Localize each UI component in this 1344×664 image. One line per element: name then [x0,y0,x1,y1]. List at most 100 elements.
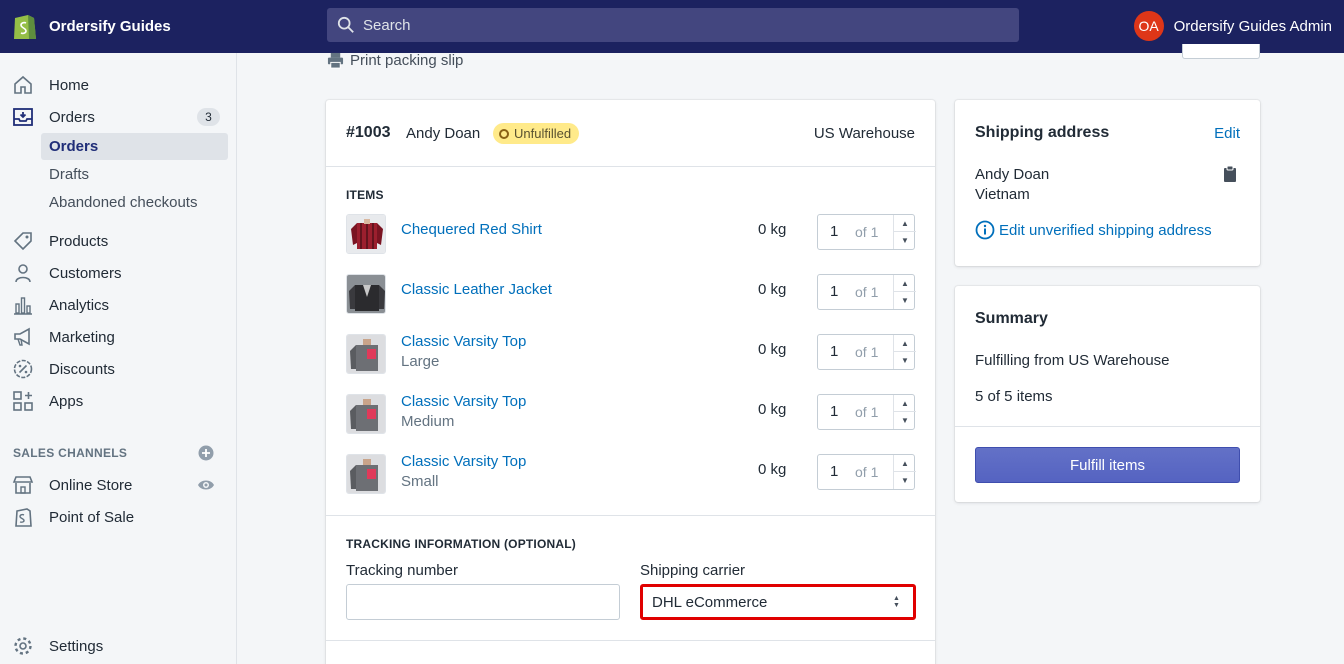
status-badge: Unfulfilled [493,123,580,144]
quantity-total: of 1 [855,344,879,360]
brand[interactable]: Ordersify Guides [12,10,171,42]
sidebar-item-point-of-sale[interactable]: Point of Sale [0,501,236,533]
sidebar-subitem-drafts[interactable]: Drafts [41,161,228,188]
shipping-carrier-select[interactable]: DHL eCommerce ▲ ▼ [640,584,916,620]
shipping-address-title: Shipping address [975,124,1110,141]
fulfill-items-button[interactable]: Fulfill items [975,447,1240,483]
list-item: Classic Varsity Top Small 0 kg 1 of 1 ▲ … [326,452,935,494]
status-label: Unfulfilled [514,126,572,141]
quantity-stepper[interactable]: 1 of 1 ▲ ▼ [817,274,916,310]
incomplete-circle-icon [499,128,509,139]
sidebar-item-online-store[interactable]: Online Store [0,469,236,501]
info-icon [975,220,995,240]
shipping-address-card: Shipping address Edit Andy Doan Vietnam … [955,100,1260,266]
user-menu[interactable]: OA Ordersify Guides Admin [1133,10,1332,42]
sidebar-subitem-orders[interactable]: Orders [41,133,228,160]
order-customer: Andy Doan [406,125,481,142]
quantity-stepper[interactable]: 1 of 1 ▲ ▼ [817,214,916,250]
point-of-sale-icon [12,506,34,528]
items-count-text: 5 of 5 items [975,388,1053,405]
item-weight: 0 kg [758,281,787,298]
sidebar-item-customers[interactable]: Customers [0,257,236,289]
item-name-link[interactable]: Classic Varsity Top [401,393,526,410]
sidebar-item-discounts[interactable]: Discounts [0,353,236,385]
shopify-logo-icon [14,15,36,39]
more-actions-button[interactable] [1182,44,1260,59]
shipping-carrier-label: Shipping carrier [640,562,746,579]
shipping-country: Vietnam [975,186,1030,203]
quantity-stepper[interactable]: 1 of 1 ▲ ▼ [817,394,916,430]
sidebar-item-label: Customers [49,264,122,282]
item-name-link[interactable]: Classic Varsity Top [401,453,526,470]
item-weight: 0 kg [758,461,787,478]
quantity-stepper[interactable]: 1 of 1 ▲ ▼ [817,334,916,370]
sales-channels-title: SALES CHANNELS [13,446,128,460]
top-bar: Ordersify Guides OA Ordersify Guides Adm… [0,0,1344,53]
tracking-number-input[interactable] [346,584,620,620]
order-number: #1003 [346,124,391,141]
quantity-value: 1 [830,343,839,360]
item-name-link[interactable]: Classic Leather Jacket [401,281,552,298]
shipping-carrier-value: DHL eCommerce [652,593,768,611]
quantity-total: of 1 [855,224,879,240]
decrement-icon[interactable]: ▼ [894,232,916,249]
print-packing-slip-label: Print packing slip [350,52,464,69]
sidebar-item-apps[interactable]: Apps [0,385,236,417]
sidebar-subitem-abandoned-checkouts[interactable]: Abandoned checkouts [41,189,228,216]
decrement-icon[interactable]: ▼ [894,412,916,429]
fulfillment-card: #1003 Andy Doan Unfulfilled US Warehouse… [326,100,935,664]
list-item: Classic Leather Jacket 0 kg 1 of 1 ▲ ▼ [326,272,935,314]
sidebar-item-marketing[interactable]: Marketing [0,321,236,353]
item-name-link[interactable]: Chequered Red Shirt [401,221,542,238]
item-name-link[interactable]: Classic Varsity Top [401,333,526,350]
increment-icon[interactable]: ▲ [894,395,916,412]
eye-icon[interactable] [197,476,215,494]
item-variant: Large [401,353,440,370]
decrement-icon[interactable]: ▼ [894,292,916,309]
clipboard-icon[interactable] [1223,166,1237,182]
add-sales-channel-icon[interactable] [198,445,214,461]
decrement-icon[interactable]: ▼ [894,352,916,369]
increment-icon[interactable]: ▲ [894,335,916,352]
increment-icon[interactable]: ▲ [894,215,916,232]
quantity-total: of 1 [855,284,879,300]
edit-unverified-address-link[interactable]: Edit unverified shipping address [975,220,1212,240]
sidebar-item-home[interactable]: Home [0,69,236,101]
tracking-title: TRACKING INFORMATION (OPTIONAL) [346,537,576,551]
increment-icon[interactable]: ▲ [894,455,916,472]
sidebar-item-label: Apps [49,392,84,410]
items-title: ITEMS [346,188,384,202]
list-item: Classic Varsity Top Medium 0 kg 1 of 1 ▲… [326,392,935,434]
select-arrows-icon: ▲ ▼ [893,595,900,609]
discount-icon [12,358,34,380]
brand-name: Ordersify Guides [49,17,171,35]
increment-icon[interactable]: ▲ [894,275,916,292]
summary-card: Summary Fulfilling from US Warehouse 5 o… [955,286,1260,502]
quantity-stepper[interactable]: 1 of 1 ▲ ▼ [817,454,916,490]
product-thumbnail [346,334,386,374]
sidebar-item-orders[interactable]: Orders 3 [0,101,236,133]
sidebar-item-settings[interactable]: Settings [0,630,236,662]
stepper-controls: ▲ ▼ [893,335,916,369]
list-item: Classic Varsity Top Large 0 kg 1 of 1 ▲ … [326,332,935,374]
megaphone-icon [12,326,34,348]
sidebar-item-analytics[interactable]: Analytics [0,289,236,321]
sidebar-item-label: Point of Sale [49,508,135,526]
tag-icon [12,230,34,252]
decrement-icon[interactable]: ▼ [894,472,916,489]
divider [326,515,935,516]
apps-icon [12,390,34,412]
sidebar-item-products[interactable]: Products [0,225,236,257]
search-input[interactable] [363,16,963,34]
search-bar[interactable] [327,8,1019,42]
analytics-icon [12,294,34,316]
quantity-value: 1 [830,283,839,300]
quantity-value: 1 [830,223,839,240]
quantity-total: of 1 [855,464,879,480]
print-packing-slip-button[interactable]: Print packing slip [327,52,463,69]
sidebar-item-label: Products [49,232,109,250]
divider [955,426,1260,427]
gear-icon [12,635,34,657]
sidebar-item-label: Settings [49,637,104,655]
edit-shipping-link[interactable]: Edit [1214,125,1240,142]
